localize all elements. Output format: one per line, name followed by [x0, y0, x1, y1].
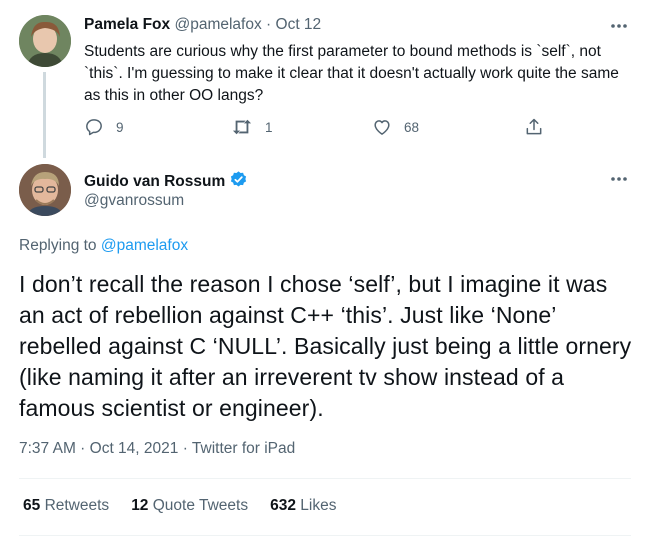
avatar-pamela[interactable]: [19, 15, 71, 67]
parent-tweet[interactable]: Pamela Fox @pamelafox · Oct 12 Students …: [0, 0, 650, 160]
like-button[interactable]: 68: [372, 117, 419, 137]
author-handle[interactable]: @gvanrossum: [84, 192, 184, 210]
divider: [19, 478, 631, 479]
tweet-text: I don’t recall the reason I chose ‘self’…: [19, 271, 632, 421]
tweet-date[interactable]: Oct 12: [276, 16, 322, 33]
separator: ·: [266, 16, 272, 33]
likes-label: Likes: [300, 497, 337, 514]
parent-tweet-text: Students are curious why the first param…: [84, 43, 619, 104]
reply-count: 9: [116, 119, 124, 135]
more-icon[interactable]: [610, 176, 630, 184]
likes-count: 632: [270, 497, 296, 514]
thread-line: [43, 72, 46, 158]
like-count: 68: [404, 119, 420, 135]
author-name[interactable]: Guido van Rossum: [84, 173, 225, 191]
avatar-guido[interactable]: [19, 164, 71, 216]
retweet-icon: [231, 117, 253, 137]
tweet-meta[interactable]: 7:37 AM · Oct 14, 2021 · Twitter for iPa…: [19, 440, 295, 458]
replying-to: Replying to @pamelafox: [19, 237, 188, 255]
reply-button[interactable]: 9: [84, 117, 124, 137]
author-handle[interactable]: @pamelafox: [174, 16, 261, 33]
heart-icon: [372, 117, 392, 137]
retweet-button[interactable]: 1: [231, 117, 273, 137]
author-name[interactable]: Pamela Fox: [84, 16, 170, 33]
share-icon: [524, 117, 544, 137]
share-button[interactable]: [524, 117, 544, 137]
author-name-main[interactable]: Guido van Rossum: [84, 170, 248, 194]
reply-icon: [84, 117, 104, 137]
replying-prefix: Replying to: [19, 237, 97, 254]
retweets-label: Retweets: [44, 497, 110, 514]
retweet-count: 1: [265, 119, 273, 135]
likes-stat[interactable]: 632 Likes: [270, 497, 336, 515]
retweets-count: 65: [23, 497, 41, 514]
retweets-stat[interactable]: 65 Retweets: [23, 497, 109, 515]
quotes-count: 12: [131, 497, 149, 514]
more-icon[interactable]: [610, 23, 630, 31]
parent-header: Pamela Fox @pamelafox · Oct 12: [84, 16, 321, 34]
replying-to-link[interactable]: @pamelafox: [101, 237, 188, 254]
parent-actions: 9 1 68: [84, 117, 564, 141]
quotes-stat[interactable]: 12 Quote Tweets: [131, 497, 248, 515]
quotes-label: Quote Tweets: [152, 497, 249, 514]
tweet-stats: 65 Retweets 12 Quote Tweets 632 Likes: [23, 497, 336, 515]
verified-badge-icon: [229, 170, 248, 194]
